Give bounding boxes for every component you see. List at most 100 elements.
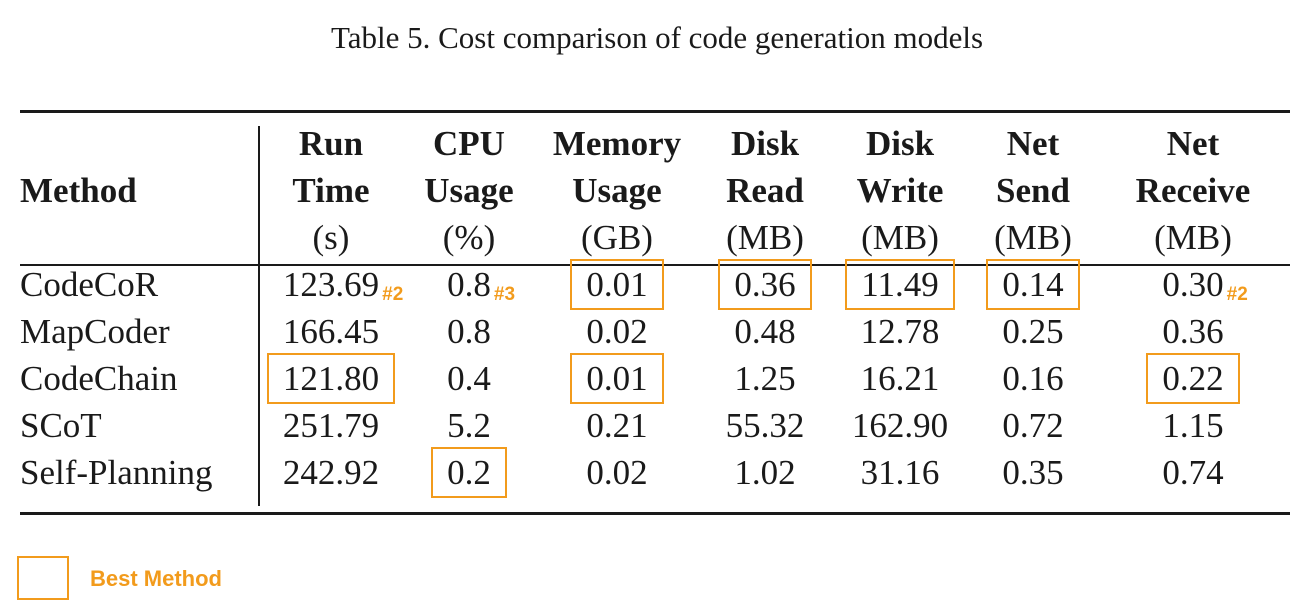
method-name-cell: CodeChain — [20, 359, 178, 398]
table-caption: Table 5. Cost comparison of code generat… — [330, 20, 984, 55]
value-cell-net-receive: 0.74 — [1096, 449, 1290, 496]
table-row: MapCoder 166.45 0.8 0.02 0.48 12.78 0.25 0.36 — [20, 308, 1290, 355]
value: 0.74 — [1162, 449, 1223, 496]
value: 0.36 — [1162, 308, 1223, 355]
value-text: 0.74 — [1162, 453, 1224, 492]
value-text: 55.32 — [725, 406, 805, 445]
value-text: 0.02 — [586, 312, 648, 351]
value: 0.25 — [1002, 308, 1063, 355]
value-text: 0.8 — [447, 265, 491, 304]
value: 0.21 — [586, 402, 647, 449]
best-value: 11.49 — [845, 259, 955, 310]
table-body: CodeCoR 123.69 #2 0.8 #3 0.01 0.36 11.49 0.14 0.3… — [20, 259, 1290, 498]
value: 16.21 — [861, 355, 940, 402]
method-name-cell: Self-Planning — [20, 453, 213, 492]
method-name-cell: MapCoder — [20, 312, 170, 351]
best-value: 0.36 — [718, 259, 812, 310]
value-text: 1.02 — [734, 453, 796, 492]
value: 166.45 — [283, 308, 379, 355]
column-header-run-time: Run Time (s) — [292, 124, 370, 257]
value-cell-run-time: 242.92 — [258, 449, 404, 496]
value-text: 0.14 — [1002, 265, 1064, 304]
value-text: 0.8 — [447, 312, 491, 351]
column-header-net-receive: Net Receive (MB) — [1135, 124, 1251, 257]
value-cell-net-send: 0.16 — [970, 355, 1096, 402]
value: 0.02 — [586, 449, 647, 496]
value-text: 0.25 — [1002, 312, 1064, 351]
value-text: 0.36 — [1162, 312, 1224, 351]
value: 0.72 — [1002, 402, 1063, 449]
value-cell-disk-read: 1.25 — [700, 355, 830, 402]
value-text: 0.01 — [586, 265, 648, 304]
value: 0.02 — [586, 308, 647, 355]
value-cell-memory: 0.02 — [534, 308, 700, 355]
bottom-rule — [20, 512, 1290, 515]
value: 1.02 — [734, 449, 795, 496]
value-cell-memory: 0.01 — [534, 353, 700, 404]
table-row: CodeChain 121.80 0.4 0.01 1.25 16.21 0.16 0.22 — [20, 353, 1290, 404]
value-cell-net-receive: 1.15 — [1096, 402, 1290, 449]
best-value: 121.80 — [266, 353, 396, 404]
value: 0.4 — [447, 355, 491, 402]
value: 0.35 — [1002, 449, 1063, 496]
value-text: 0.21 — [586, 406, 648, 445]
value: 0.30 #2 — [1162, 261, 1247, 308]
cost-comparison-table: Method Run Time (s) CPU Usage (%) Memory… — [20, 120, 1290, 498]
value-text: 0.01 — [586, 359, 648, 398]
value-text: 251.79 — [282, 406, 380, 445]
value-cell-run-time: 166.45 — [258, 308, 404, 355]
value-cell-cpu: 0.8 — [404, 308, 534, 355]
value-text: 1.15 — [1162, 406, 1224, 445]
value: 55.32 — [726, 402, 805, 449]
value-text: 242.92 — [282, 453, 380, 492]
value-cell-disk-write: 31.16 — [830, 449, 970, 496]
table-row: SCoT 251.79 5.2 0.21 55.32 162.90 0.72 1.15 — [20, 402, 1290, 449]
rank-badge: #2 — [1226, 284, 1248, 305]
column-header-memory-usage: Memory Usage (GB) — [552, 124, 682, 257]
value-cell-disk-read: 55.32 — [700, 402, 830, 449]
table-row: CodeCoR 123.69 #2 0.8 #3 0.01 0.36 11.49 0.14 0.3… — [20, 259, 1290, 310]
rank-badge: #2 — [382, 284, 404, 305]
value-text: 31.16 — [860, 453, 940, 492]
header-row: Method Run Time (s) CPU Usage (%) Memory… — [20, 120, 1290, 261]
best-method-legend-swatch — [17, 556, 69, 600]
value-cell-run-time: 123.69 #2 — [258, 261, 404, 308]
value-cell-disk-write: 11.49 — [830, 259, 970, 310]
value-cell-net-receive: 0.36 — [1096, 308, 1290, 355]
value-cell-disk-write: 12.78 — [830, 308, 970, 355]
value-cell-cpu: 5.2 — [404, 402, 534, 449]
value: 123.69 #2 — [283, 261, 403, 308]
column-header-cpu-usage: CPU Usage (%) — [424, 124, 514, 257]
value-cell-net-send: 0.25 — [970, 308, 1096, 355]
value: 0.16 — [1002, 355, 1063, 402]
best-value: 0.14 — [986, 259, 1080, 310]
best-value: 0.22 — [1146, 353, 1240, 404]
value-cell-net-send: 0.14 — [970, 259, 1096, 310]
value-cell-net-receive: 0.22 — [1096, 353, 1290, 404]
value: 251.79 — [283, 402, 379, 449]
value: 5.2 — [447, 402, 491, 449]
value: 0.48 — [734, 308, 795, 355]
rank-badge: #3 — [493, 284, 516, 305]
value: 31.16 — [861, 449, 940, 496]
best-method-legend-label: Best Method — [90, 566, 222, 591]
method-name-cell: CodeCoR — [20, 265, 159, 304]
value: 1.15 — [1162, 402, 1223, 449]
value-cell-disk-read: 1.02 — [700, 449, 830, 496]
value-text: 16.21 — [860, 359, 940, 398]
value-text: 0.48 — [734, 312, 796, 351]
value-text: 0.30 — [1162, 265, 1224, 304]
value-cell-cpu: 0.8 #3 — [404, 261, 534, 308]
value: 162.90 — [852, 402, 948, 449]
column-header-disk-write: Disk Write (MB) — [856, 124, 944, 257]
value: 0.8 — [447, 308, 491, 355]
value: 242.92 — [283, 449, 379, 496]
value-cell-cpu: 0.2 — [404, 447, 534, 498]
value-text: 0.02 — [586, 453, 648, 492]
top-rule — [20, 110, 1290, 113]
value-text: 0.2 — [447, 453, 491, 492]
value-text: 1.25 — [734, 359, 796, 398]
column-header-net-send: Net Send (MB) — [994, 124, 1072, 257]
value-text: 12.78 — [860, 312, 940, 351]
value-cell-disk-read: 0.36 — [700, 259, 830, 310]
